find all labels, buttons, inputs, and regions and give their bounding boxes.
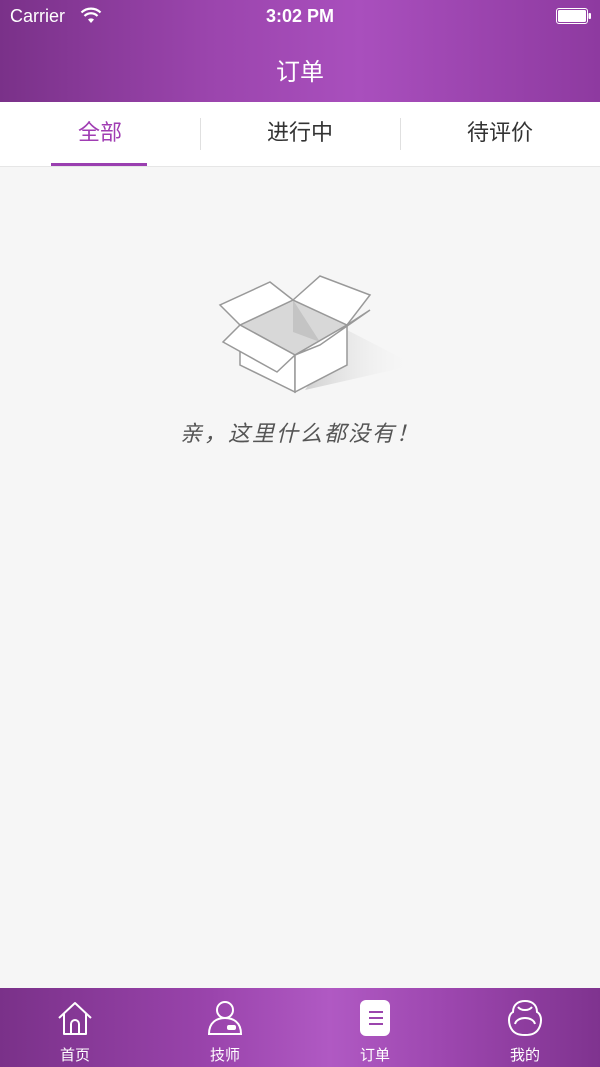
nav-profile[interactable]: 我的 bbox=[450, 988, 600, 1067]
tab-in-progress[interactable]: 进行中 bbox=[200, 102, 400, 166]
status-bar: Carrier 3:02 PM bbox=[0, 0, 600, 34]
home-icon bbox=[55, 998, 95, 1038]
bottom-tab-bar: 首页 技师 订单 我的 bbox=[0, 988, 600, 1067]
nav-home-label: 首页 bbox=[59, 1046, 90, 1064]
nav-orders-label: 订单 bbox=[359, 1046, 390, 1064]
order-tabs: 全部 进行中 待评价 bbox=[0, 102, 600, 167]
technician-icon bbox=[205, 998, 245, 1038]
page-title: 订单 bbox=[276, 58, 324, 86]
nav-profile-label: 我的 bbox=[509, 1046, 540, 1064]
empty-message: 亲，这里什么都没有！ bbox=[179, 422, 420, 447]
battery-icon bbox=[556, 8, 592, 24]
top-bar: Carrier 3:02 PM 订单 bbox=[0, 0, 600, 102]
nav-orders[interactable]: 订单 bbox=[300, 988, 450, 1067]
nav-home[interactable]: 首页 bbox=[0, 988, 150, 1067]
nav-technician[interactable]: 技师 bbox=[150, 988, 300, 1067]
active-tab-indicator bbox=[51, 163, 147, 166]
profile-icon bbox=[505, 998, 545, 1038]
empty-box-icon bbox=[215, 270, 415, 404]
tab-all[interactable]: 全部 bbox=[0, 102, 200, 166]
clock: 3:02 PM bbox=[265, 6, 335, 26]
orders-icon bbox=[355, 998, 395, 1038]
tab-to-review[interactable]: 待评价 bbox=[400, 102, 600, 166]
nav-technician-label: 技师 bbox=[209, 1046, 240, 1064]
